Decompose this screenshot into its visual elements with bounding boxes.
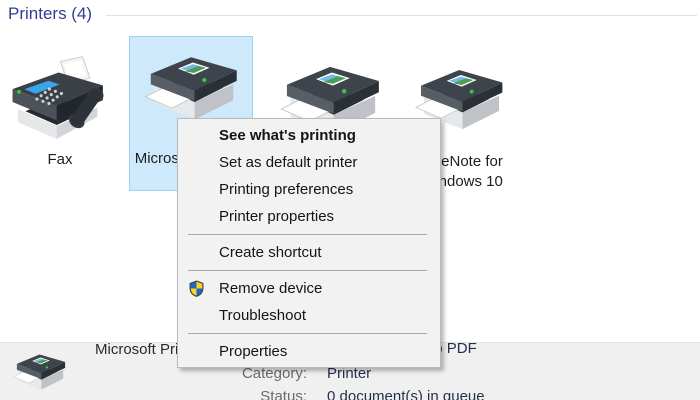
menu-separator	[188, 234, 427, 235]
uac-shield-icon	[188, 280, 205, 297]
group-header-printers: Printers (4)	[8, 4, 92, 24]
printer-tile-fax[interactable]: Fax	[5, 52, 115, 174]
menu-item-remove-device[interactable]: Remove device	[178, 275, 440, 302]
menu-item-troubleshoot[interactable]: Troubleshoot	[178, 302, 440, 329]
menu-separator	[188, 333, 427, 334]
menu-item-printing-preferences[interactable]: Printing preferences	[178, 176, 440, 203]
devices-and-printers-window: Printers (4) Fa	[0, 0, 700, 400]
fax-machine-icon	[7, 55, 113, 149]
field-value-status: 0 document(s) in queue	[327, 388, 485, 400]
context-menu: See what's printing Set as default print…	[177, 118, 441, 368]
menu-item-printer-properties[interactable]: Printer properties	[178, 203, 440, 230]
group-header-rule	[106, 15, 697, 16]
menu-item-properties[interactable]: Properties	[178, 338, 440, 365]
printer-icon-small	[8, 350, 72, 397]
menu-item-create-shortcut[interactable]: Create shortcut	[178, 239, 440, 266]
field-label-status: Status:	[231, 388, 307, 400]
printer-tile-label: Fax	[5, 150, 115, 170]
menu-separator	[188, 270, 427, 271]
menu-item-see-whats-printing[interactable]: See what's printing	[178, 122, 440, 149]
menu-item-set-as-default-printer[interactable]: Set as default printer	[178, 149, 440, 176]
menu-item-label: Remove device	[219, 280, 322, 297]
